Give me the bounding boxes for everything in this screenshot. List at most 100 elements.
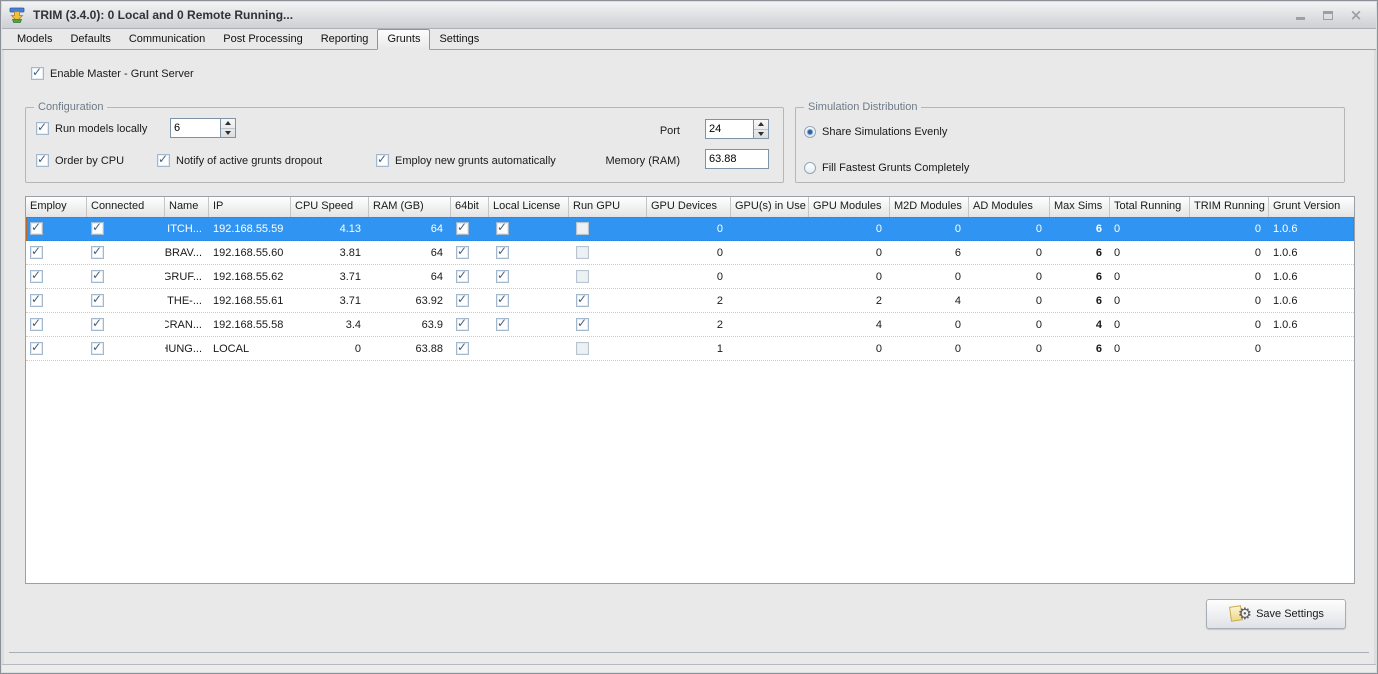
- spin-down-icon[interactable]: [754, 130, 768, 139]
- close-button[interactable]: ×: [1348, 8, 1364, 22]
- table-row[interactable]: CRAN...192.168.55.583.463.924004001.0.6: [26, 313, 1354, 337]
- port-value[interactable]: [706, 120, 752, 138]
- column-header-trim-running[interactable]: TRIM Running: [1190, 197, 1269, 217]
- memory-ram-field[interactable]: [705, 149, 769, 169]
- column-header-bit64[interactable]: 64bit: [451, 197, 489, 217]
- local-license-checkbox[interactable]: [496, 246, 509, 259]
- employ-new-grunts-checkbox[interactable]: Employ new grunts automatically: [376, 154, 556, 167]
- save-settings-button[interactable]: ⚙ Save Settings: [1206, 599, 1346, 629]
- local-license-checkbox[interactable]: [496, 270, 509, 283]
- cell-local-license: [489, 265, 569, 289]
- run-models-locally-checkbox[interactable]: Run models locally: [36, 122, 147, 135]
- order-by-cpu-checkbox[interactable]: Order by CPU: [36, 154, 124, 167]
- checkbox-box[interactable]: [31, 67, 44, 80]
- tab-post-processing[interactable]: Post Processing: [214, 31, 311, 49]
- tab-settings[interactable]: Settings: [430, 31, 488, 49]
- bit64-checkbox[interactable]: [456, 222, 469, 235]
- cell-total-running: 0: [1110, 217, 1190, 241]
- local-license-checkbox[interactable]: [496, 294, 509, 307]
- tab-models[interactable]: Models: [8, 31, 61, 49]
- column-header-gpus-in-use[interactable]: GPU(s) in Use: [731, 197, 809, 217]
- table-row[interactable]: THE-...192.168.55.613.7163.9222406001.0.…: [26, 289, 1354, 313]
- radio-share-simulations-evenly[interactable]: Share Simulations Evenly: [804, 126, 947, 138]
- minimize-button[interactable]: [1292, 8, 1308, 22]
- checkbox-box[interactable]: [36, 122, 49, 135]
- cell-name: ITCH...: [165, 217, 209, 241]
- table-row[interactable]: ITCH...192.168.55.594.136400006001.0.6: [26, 217, 1354, 241]
- checkbox-box[interactable]: [36, 154, 49, 167]
- connected-checkbox[interactable]: [91, 294, 104, 307]
- employ-checkbox[interactable]: [30, 318, 43, 331]
- spin-up-icon[interactable]: [221, 119, 235, 129]
- cell-bit64: [451, 265, 489, 289]
- cell-bit64: [451, 313, 489, 337]
- column-header-ip[interactable]: IP: [209, 197, 291, 217]
- employ-checkbox[interactable]: [30, 294, 43, 307]
- local-license-checkbox[interactable]: [496, 318, 509, 331]
- checkbox-box[interactable]: [157, 154, 170, 167]
- column-header-max-sims[interactable]: Max Sims: [1050, 197, 1110, 217]
- employ-checkbox[interactable]: [30, 270, 43, 283]
- cell-run-gpu: [569, 217, 647, 241]
- cell-employ: [26, 265, 87, 289]
- bit64-checkbox[interactable]: [456, 318, 469, 331]
- run-gpu-checkbox[interactable]: [576, 246, 589, 259]
- column-header-m2d-modules[interactable]: M2D Modules: [890, 197, 969, 217]
- run-gpu-checkbox[interactable]: [576, 294, 589, 307]
- local-license-checkbox[interactable]: [496, 222, 509, 235]
- employ-checkbox[interactable]: [30, 222, 43, 235]
- notify-dropout-checkbox[interactable]: Notify of active grunts dropout: [157, 154, 322, 167]
- title-bar[interactable]: TRIM (3.4.0): 0 Local and 0 Remote Runni…: [2, 2, 1376, 29]
- tab-reporting[interactable]: Reporting: [312, 31, 378, 49]
- employ-checkbox[interactable]: [30, 342, 43, 355]
- radio-label: Fill Fastest Grunts Completely: [822, 162, 969, 174]
- cell-local-license: [489, 337, 569, 361]
- run-gpu-checkbox[interactable]: [576, 222, 589, 235]
- local-models-spinner[interactable]: [170, 118, 236, 138]
- spin-up-icon[interactable]: [754, 120, 768, 130]
- run-gpu-checkbox[interactable]: [576, 342, 589, 355]
- employ-checkbox[interactable]: [30, 246, 43, 259]
- column-header-ad-modules[interactable]: AD Modules: [969, 197, 1050, 217]
- port-spinner[interactable]: [705, 119, 769, 139]
- run-gpu-checkbox[interactable]: [576, 270, 589, 283]
- bit64-checkbox[interactable]: [456, 294, 469, 307]
- column-header-run-gpu[interactable]: Run GPU: [569, 197, 647, 217]
- spin-down-icon[interactable]: [221, 129, 235, 138]
- maximize-button[interactable]: [1320, 8, 1336, 22]
- column-header-local-license[interactable]: Local License: [489, 197, 569, 217]
- connected-checkbox[interactable]: [91, 318, 104, 331]
- table-row[interactable]: GRUF...192.168.55.623.716400006001.0.6: [26, 265, 1354, 289]
- radio-fill-fastest-grunts-completely[interactable]: Fill Fastest Grunts Completely: [804, 162, 969, 174]
- column-header-connected[interactable]: Connected: [87, 197, 165, 217]
- tab-grunts[interactable]: Grunts: [377, 29, 430, 50]
- column-header-grunt-version[interactable]: Grunt Version: [1269, 197, 1355, 217]
- cell-gpu-devices: 2: [647, 289, 731, 313]
- column-header-ram-gb[interactable]: RAM (GB): [369, 197, 451, 217]
- table-row[interactable]: BRAV...192.168.55.603.816400606001.0.6: [26, 241, 1354, 265]
- connected-checkbox[interactable]: [91, 246, 104, 259]
- cell-ad-modules: 0: [969, 313, 1050, 337]
- radio-button[interactable]: [804, 126, 816, 138]
- column-header-gpu-devices[interactable]: GPU Devices: [647, 197, 731, 217]
- connected-checkbox[interactable]: [91, 270, 104, 283]
- column-header-cpu-speed[interactable]: CPU Speed: [291, 197, 369, 217]
- checkbox-box[interactable]: [376, 154, 389, 167]
- bit64-checkbox[interactable]: [456, 270, 469, 283]
- connected-checkbox[interactable]: [91, 222, 104, 235]
- tab-defaults[interactable]: Defaults: [61, 31, 119, 49]
- memory-ram-value[interactable]: [706, 150, 768, 168]
- column-header-name[interactable]: Name: [165, 197, 209, 217]
- column-header-gpu-modules[interactable]: GPU Modules: [809, 197, 890, 217]
- bit64-checkbox[interactable]: [456, 342, 469, 355]
- table-row[interactable]: HUNG...LOCAL063.881000600: [26, 337, 1354, 361]
- bit64-checkbox[interactable]: [456, 246, 469, 259]
- tab-communication[interactable]: Communication: [120, 31, 214, 49]
- local-models-value[interactable]: [171, 119, 219, 137]
- connected-checkbox[interactable]: [91, 342, 104, 355]
- enable-master-grunt-server-checkbox[interactable]: Enable Master - Grunt Server: [31, 67, 194, 80]
- column-header-employ[interactable]: Employ: [26, 197, 87, 217]
- column-header-total-running[interactable]: Total Running: [1110, 197, 1190, 217]
- run-gpu-checkbox[interactable]: [576, 318, 589, 331]
- radio-button[interactable]: [804, 162, 816, 174]
